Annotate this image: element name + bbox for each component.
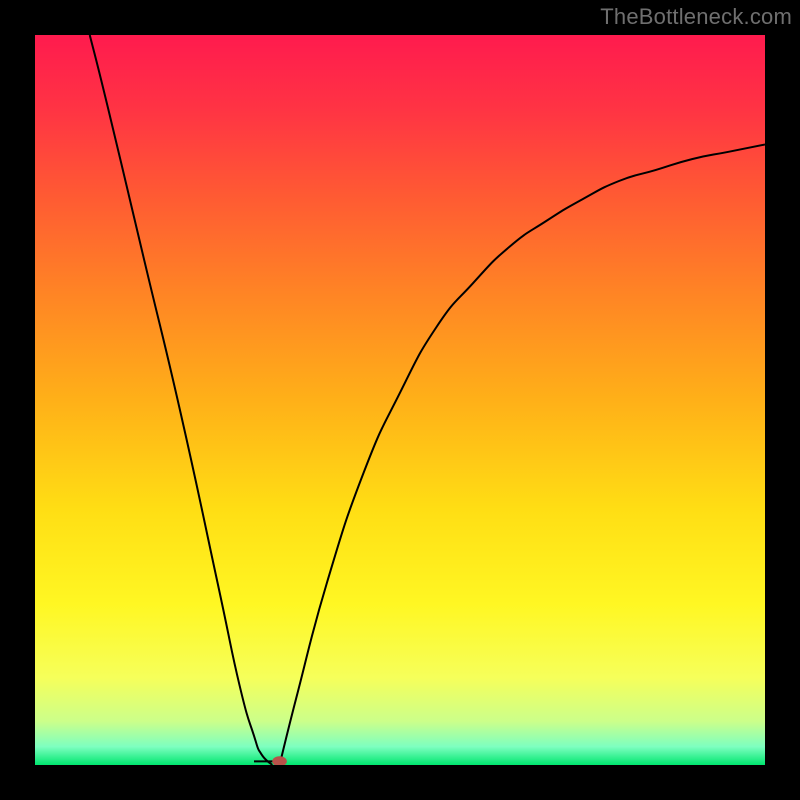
plot-area: [35, 35, 765, 765]
chart-frame: TheBottleneck.com: [0, 0, 800, 800]
watermark-text: TheBottleneck.com: [600, 4, 792, 30]
gradient-background: [35, 35, 765, 765]
plot-svg: [35, 35, 765, 765]
